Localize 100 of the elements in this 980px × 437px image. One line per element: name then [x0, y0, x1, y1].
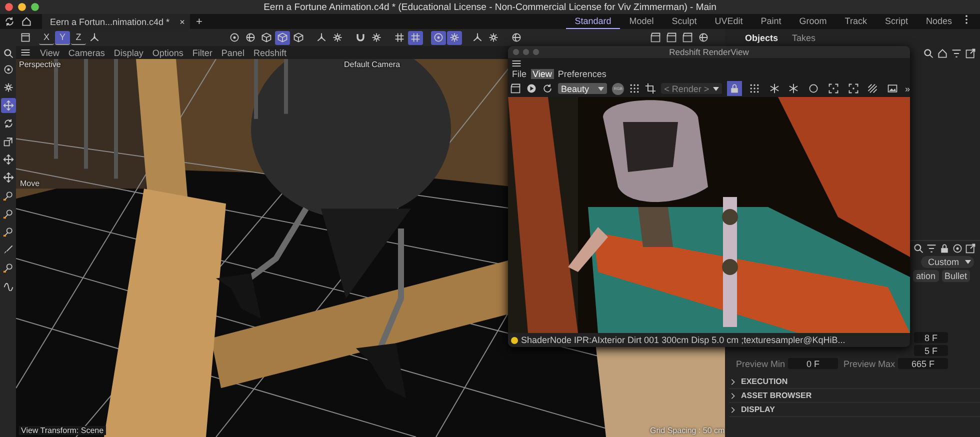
section-header[interactable]: ASSET BROWSER	[729, 389, 980, 403]
snowflake-icon	[768, 83, 780, 94]
gear-icon	[2, 82, 14, 93]
input-field[interactable]: 0 F	[788, 358, 838, 369]
dots-icon	[748, 83, 760, 94]
minimize-window-icon[interactable]	[18, 3, 26, 11]
move-icon	[2, 172, 14, 183]
caret-icon	[965, 260, 971, 264]
gear-icon	[332, 32, 342, 43]
cube-icon	[276, 32, 288, 43]
grid-icon	[394, 32, 404, 43]
sphere-icon	[244, 32, 256, 43]
tool-button[interactable]	[0, 98, 16, 113]
section-header[interactable]: DISPLAY	[729, 403, 980, 417]
window-title: Redshift RenderView	[669, 47, 749, 57]
gear-icon	[370, 32, 382, 43]
mode-dropdown[interactable]: Custom	[920, 256, 974, 268]
panel-tab[interactable]: Objects	[739, 32, 784, 44]
filter-icon[interactable]	[926, 242, 937, 254]
pen-icon	[2, 262, 14, 273]
film-icon	[666, 32, 677, 43]
axis-lock-button[interactable]: Y	[55, 30, 70, 44]
rotate-icon[interactable]	[4, 16, 15, 27]
menu-icon[interactable]	[20, 47, 31, 58]
search-icon[interactable]	[913, 242, 924, 254]
target-icon[interactable]	[952, 242, 963, 254]
pen-icon	[2, 190, 14, 201]
axis-lock-button[interactable]: Z	[71, 30, 86, 44]
brush-icon	[2, 244, 14, 255]
focus-icon	[828, 83, 839, 94]
axis-icon	[316, 32, 326, 43]
grid-icon	[410, 32, 420, 43]
tool-button[interactable]	[274, 30, 290, 44]
tool-button[interactable]	[664, 30, 679, 44]
layout-tab[interactable]: Sculpt	[662, 14, 706, 29]
search-icon[interactable]	[2, 48, 14, 59]
tool-button[interactable]	[0, 152, 16, 167]
tool-button[interactable]	[446, 30, 462, 44]
section-header[interactable]: EXECUTION	[729, 375, 980, 389]
gear-icon	[448, 32, 460, 43]
lock-icon[interactable]	[939, 242, 950, 254]
rotate-icon	[2, 118, 14, 129]
menu-item[interactable]: Panel	[221, 48, 244, 58]
home-icon[interactable]	[21, 16, 32, 27]
field-label: Preview Min	[735, 358, 785, 368]
document-tab[interactable]: Eern a Fortun...nimation.c4d * ×	[42, 14, 190, 29]
more-button[interactable]: »	[904, 84, 910, 94]
gear-icon	[488, 32, 498, 43]
move-icon	[2, 154, 14, 165]
home-icon[interactable]	[937, 48, 948, 58]
close-window-icon[interactable]	[5, 3, 13, 11]
menu-item[interactable]: Cameras	[68, 48, 105, 58]
circle-icon	[808, 83, 820, 94]
tool-button[interactable]	[0, 170, 16, 185]
tool-button[interactable]	[648, 30, 663, 44]
layout-tab[interactable]: Script	[876, 14, 917, 29]
menu-item[interactable]: View	[40, 48, 60, 58]
tag-button[interactable]: Bullet	[942, 270, 970, 282]
input-field[interactable]: 665 F	[898, 358, 948, 369]
window-title: Eern a Fortune Animation.c4d * (Educational License - Non-Commercial License for Viv Zimmerman) - Main	[264, 2, 716, 12]
menu-item[interactable]: Options	[152, 48, 184, 58]
external-icon[interactable]	[965, 48, 976, 58]
input-field[interactable]: 5 F	[914, 345, 948, 356]
search-icon[interactable]	[923, 48, 934, 58]
cube-icon	[260, 32, 272, 43]
cube-icon	[292, 32, 304, 43]
layout-tab[interactable]: UVEdit	[706, 14, 752, 29]
menu-item[interactable]: Filter	[192, 48, 212, 58]
maximize-window-icon[interactable]	[31, 3, 39, 11]
image-icon	[887, 83, 898, 94]
tag-button[interactable]: ation	[913, 270, 939, 282]
axis-icon	[472, 32, 482, 43]
move-icon	[2, 100, 14, 111]
film-icon	[650, 32, 661, 43]
close-tab-button[interactable]: ×	[180, 16, 185, 26]
new-tab-button[interactable]: +	[190, 16, 202, 28]
menu-item[interactable]: Redshift	[253, 48, 286, 58]
tool-button[interactable]	[430, 30, 446, 44]
menu-item[interactable]: Display	[114, 48, 144, 58]
pen-icon	[2, 226, 14, 237]
input-field[interactable]: 8 F	[914, 332, 948, 343]
target-icon	[432, 32, 444, 43]
filter-icon[interactable]	[951, 48, 962, 58]
layout-tab[interactable]: Nodes	[916, 14, 961, 29]
layout-tab[interactable]: Paint	[752, 14, 790, 29]
tool-button[interactable]	[680, 30, 695, 44]
target-icon	[2, 64, 14, 75]
layout-icon[interactable]	[20, 32, 31, 43]
layout-tab[interactable]: Model	[620, 14, 663, 29]
axis-icon[interactable]	[89, 32, 100, 43]
axis-lock-button[interactable]: X	[39, 30, 54, 44]
layout-tab[interactable]: Groom	[790, 14, 836, 29]
layout-tab[interactable]: Track	[836, 14, 876, 29]
stripes-icon	[867, 83, 878, 94]
target-icon	[228, 32, 240, 43]
scale-icon	[2, 136, 14, 147]
tool-button[interactable]	[408, 30, 422, 44]
panel-tab[interactable]: Takes	[786, 32, 822, 44]
film-icon	[682, 32, 693, 43]
external-icon[interactable]	[965, 242, 976, 254]
